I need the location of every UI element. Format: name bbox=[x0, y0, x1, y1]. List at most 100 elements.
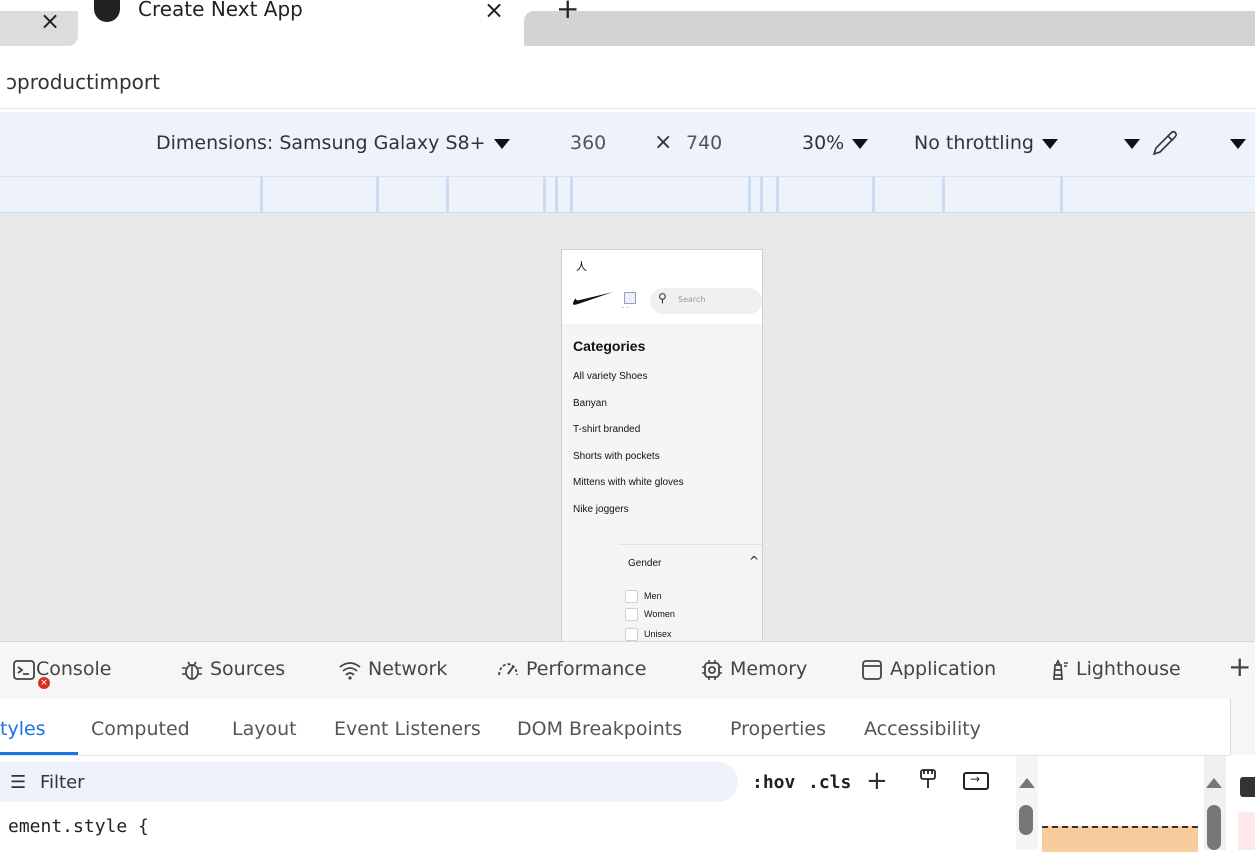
subtab-active-indicator bbox=[0, 752, 78, 755]
category-link[interactable]: Shorts with pockets bbox=[573, 451, 660, 462]
media-query-marker[interactable] bbox=[260, 177, 263, 212]
category-link[interactable]: Banyan bbox=[573, 398, 607, 409]
tab-strip-empty-area bbox=[524, 11, 1255, 46]
subtab-accessibility[interactable]: Accessibility bbox=[864, 718, 981, 740]
emulated-phone-page: 人 · · ⚲ Search Categories All variety Sh… bbox=[561, 249, 763, 642]
tab-sources[interactable]: Sources bbox=[180, 658, 285, 681]
gender-checkbox-men[interactable] bbox=[625, 590, 638, 603]
gender-checkbox-unisex[interactable] bbox=[625, 628, 638, 641]
toggle-sidebar-icon[interactable]: → bbox=[963, 772, 989, 790]
gender-checkbox-women[interactable] bbox=[625, 608, 638, 621]
scroll-up-arrow-icon[interactable] bbox=[1019, 778, 1035, 788]
box-model-margin bbox=[1042, 826, 1198, 852]
color-swatch-icon[interactable] bbox=[1240, 777, 1255, 797]
media-query-marker[interactable] bbox=[872, 177, 875, 212]
gender-divider bbox=[618, 544, 762, 545]
right-panel-header bbox=[1230, 699, 1255, 755]
category-link[interactable]: Nike joggers bbox=[573, 504, 629, 515]
throttling-label: No throttling bbox=[914, 132, 1034, 154]
address-url: productimport bbox=[17, 70, 160, 94]
subtab-computed[interactable]: Computed bbox=[91, 718, 190, 740]
category-link[interactable]: All variety Shoes bbox=[573, 371, 647, 382]
tab-memory-label: Memory bbox=[730, 658, 808, 680]
address-text[interactable]: ɔproductimport bbox=[6, 70, 160, 94]
category-link[interactable]: Mittens with white gloves bbox=[573, 477, 684, 488]
tab-application-label: Application bbox=[890, 658, 997, 680]
eyedropper-icon[interactable] bbox=[1150, 128, 1180, 158]
element-style-rule[interactable]: ement.style { bbox=[8, 816, 149, 837]
styles-scrollbar[interactable] bbox=[1016, 756, 1038, 850]
media-query-marker[interactable] bbox=[376, 177, 379, 212]
media-query-bar[interactable] bbox=[0, 177, 1255, 213]
tab-application[interactable]: Application bbox=[860, 658, 996, 681]
width-input[interactable]: 360 bbox=[570, 132, 606, 154]
previous-tab[interactable]: × bbox=[0, 7, 78, 46]
more-options-dropdown[interactable] bbox=[1116, 132, 1140, 154]
application-window-icon bbox=[862, 659, 882, 680]
media-query-marker[interactable] bbox=[555, 177, 558, 212]
tab-network[interactable]: Network bbox=[338, 658, 447, 681]
overflow-caret-icon bbox=[1230, 138, 1246, 149]
filter-placeholder: Filter bbox=[40, 772, 85, 793]
dimensions-caret-icon bbox=[493, 138, 510, 149]
new-style-rule-plus-icon[interactable]: + bbox=[866, 766, 888, 796]
subtab-styles[interactable]: tyles bbox=[0, 718, 46, 740]
media-query-marker[interactable] bbox=[1060, 177, 1063, 212]
tab-close-icon[interactable]: × bbox=[484, 0, 504, 24]
gender-label: Unisex bbox=[644, 629, 672, 639]
filter-input[interactable] bbox=[0, 762, 738, 802]
media-query-marker[interactable] bbox=[543, 177, 546, 212]
zoom-label: 30% bbox=[802, 132, 845, 154]
tab-network-label: Network bbox=[368, 658, 448, 680]
tab-console-label: Console bbox=[36, 658, 112, 680]
filter-icon: ☰ bbox=[10, 772, 27, 793]
subtab-dom-breakpoints[interactable]: DOM Breakpoints bbox=[517, 718, 682, 740]
jordan-logo-icon[interactable]: 人 bbox=[576, 258, 587, 274]
tab-lighthouse[interactable]: Lighthouse bbox=[1046, 658, 1181, 681]
hover-state-button[interactable]: :hov bbox=[752, 772, 795, 793]
gender-filter-title[interactable]: Gender bbox=[628, 558, 661, 569]
nike-logo-icon[interactable] bbox=[572, 290, 614, 306]
media-query-marker[interactable] bbox=[570, 177, 573, 212]
categories-title: Categories bbox=[573, 338, 646, 354]
toolbar-overflow-dropdown[interactable] bbox=[1222, 132, 1246, 154]
media-query-marker[interactable] bbox=[760, 177, 763, 212]
media-query-marker[interactable] bbox=[446, 177, 449, 212]
tab-console[interactable]: Console bbox=[12, 658, 111, 681]
address-bar[interactable] bbox=[0, 46, 1255, 109]
tab-lighthouse-label: Lighthouse bbox=[1076, 658, 1181, 680]
subtab-event-listeners[interactable]: Event Listeners bbox=[334, 718, 481, 740]
class-toggle-button[interactable]: .cls bbox=[808, 772, 851, 793]
zoom-dropdown[interactable]: 30% bbox=[802, 132, 869, 154]
media-query-marker[interactable] bbox=[776, 177, 779, 212]
gender-label: Men bbox=[644, 591, 662, 601]
performance-gauge-icon bbox=[498, 662, 518, 675]
media-query-marker[interactable] bbox=[748, 177, 751, 212]
chevron-up-icon[interactable]: ^ bbox=[749, 554, 759, 568]
tab-performance-label: Performance bbox=[526, 658, 647, 680]
tab-performance[interactable]: Performance bbox=[496, 658, 646, 681]
dimensions-label: Dimensions: Samsung Galaxy S8+ bbox=[156, 132, 486, 154]
search-placeholder: Search bbox=[678, 295, 706, 304]
height-input[interactable]: 740 bbox=[686, 132, 722, 154]
search-icon: ⚲ bbox=[658, 291, 667, 305]
previous-tab-close-icon[interactable]: × bbox=[40, 7, 60, 35]
search-input[interactable]: ⚲ Search bbox=[650, 288, 762, 314]
subtab-layout[interactable]: Layout bbox=[232, 718, 297, 740]
subtab-properties[interactable]: Properties bbox=[730, 718, 826, 740]
category-link[interactable]: T-shirt branded bbox=[573, 424, 640, 435]
media-query-marker[interactable] bbox=[942, 177, 945, 212]
new-tab-button[interactable]: + bbox=[556, 0, 579, 25]
styles-scroll-thumb[interactable] bbox=[1019, 805, 1033, 835]
memory-chip-icon bbox=[702, 659, 722, 680]
sources-bug-icon bbox=[182, 661, 202, 680]
more-tabs-plus-icon[interactable]: + bbox=[1228, 650, 1251, 683]
box-model-scroll-thumb[interactable] bbox=[1207, 805, 1221, 850]
lighthouse-icon bbox=[1053, 658, 1068, 680]
partial-panel bbox=[1238, 812, 1255, 850]
tab-memory[interactable]: Memory bbox=[700, 658, 807, 681]
dimensions-dropdown[interactable]: Dimensions: Samsung Galaxy S8+ bbox=[156, 132, 510, 154]
throttling-dropdown[interactable]: No throttling bbox=[914, 132, 1058, 154]
paint-brush-icon[interactable] bbox=[918, 768, 938, 790]
scroll-up-arrow-icon[interactable] bbox=[1206, 778, 1222, 788]
